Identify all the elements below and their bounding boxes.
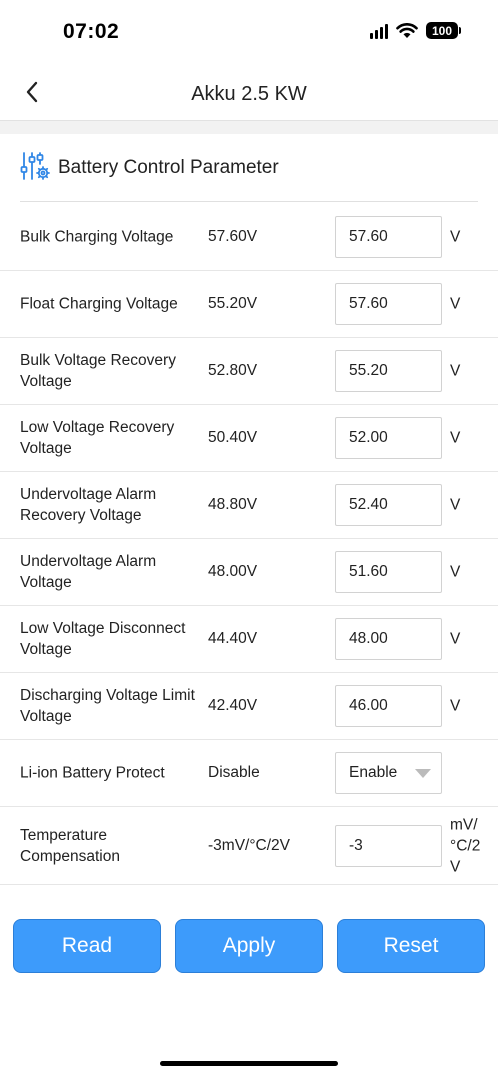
param-current-value: 55.20V <box>208 295 258 312</box>
param-row-li-ion-battery-protect: Li-ion Battery Protect Disable Enable <box>0 740 498 807</box>
param-current-value: -3mV/°C/2V <box>208 836 290 854</box>
status-time: 07:02 <box>63 20 120 43</box>
dropdown-caret-icon <box>415 768 431 778</box>
home-indicator <box>160 1061 338 1066</box>
section-header: Battery Control Parameter <box>0 134 498 202</box>
param-row-undervoltage-alarm-voltage: Undervoltage Alarm Voltage 48.00V 51.60 … <box>0 539 498 606</box>
bulk-voltage-recovery-voltage-input[interactable]: 55.20 <box>335 350 442 392</box>
reset-button[interactable]: Reset <box>337 919 485 973</box>
param-unit: V <box>450 496 461 514</box>
status-icons: 100 <box>370 22 461 39</box>
low-voltage-recovery-voltage-input[interactable]: 52.00 <box>335 417 442 459</box>
param-row-temperature-compensation: Temperature Compensation -3mV/°C/2V -3 m… <box>0 807 498 885</box>
param-row-float-charging-voltage: Float Charging Voltage 55.20V 57.60 V <box>0 271 498 338</box>
param-label: Discharging Voltage Limit Voltage <box>20 687 195 725</box>
cellular-signal-icon <box>370 23 388 39</box>
param-current-value: 48.80V <box>208 496 258 513</box>
section-separator <box>0 121 498 134</box>
parameter-list: Bulk Charging Voltage 57.60V 57.60 V Flo… <box>0 204 498 885</box>
temperature-compensation-input[interactable]: -3 <box>335 824 442 867</box>
battery-icon: 100 <box>426 22 461 39</box>
bulk-charging-voltage-input[interactable]: 57.60 <box>335 216 442 258</box>
param-unit: V <box>450 295 461 313</box>
undervoltage-alarm-recovery-voltage-input[interactable]: 52.40 <box>335 484 442 526</box>
param-row-discharging-voltage-limit-voltage: Discharging Voltage Limit Voltage 42.40V… <box>0 673 498 740</box>
param-unit: V <box>450 563 461 581</box>
param-unit: V <box>450 228 461 246</box>
param-row-undervoltage-alarm-recovery-voltage: Undervoltage Alarm Recovery Voltage 48.8… <box>0 472 498 539</box>
param-label: Temperature Compensation <box>20 826 120 865</box>
read-button[interactable]: Read <box>13 919 161 973</box>
wifi-icon <box>396 22 418 38</box>
discharging-voltage-limit-voltage-input[interactable]: 46.00 <box>335 685 442 727</box>
float-charging-voltage-input[interactable]: 57.60 <box>335 283 442 325</box>
param-row-bulk-voltage-recovery-voltage: Bulk Voltage Recovery Voltage 52.80V 55.… <box>0 338 498 405</box>
status-bar: 07:02 100 <box>0 0 498 66</box>
param-label: Undervoltage Alarm Recovery Voltage <box>20 486 157 524</box>
page-title: Akku 2.5 KW <box>191 83 307 105</box>
param-row-low-voltage-disconnect-voltage: Low Voltage Disconnect Voltage 44.40V 48… <box>0 606 498 673</box>
param-label: Li-ion Battery Protect <box>20 764 165 782</box>
settings-sliders-icon <box>20 152 50 180</box>
param-label: Undervoltage Alarm Voltage <box>20 553 157 591</box>
param-row-bulk-charging-voltage: Bulk Charging Voltage 57.60V 57.60 V <box>0 204 498 271</box>
param-current-value: 48.00V <box>208 563 258 580</box>
param-unit: V <box>450 630 461 648</box>
param-unit: V <box>450 697 461 715</box>
param-row-low-voltage-recovery-voltage: Low Voltage Recovery Voltage 50.40V 52.0… <box>0 405 498 472</box>
header-divider <box>20 201 478 202</box>
nav-bar: Akku 2.5 KW <box>0 66 498 121</box>
battery-level: 100 <box>431 23 453 38</box>
param-unit: V <box>450 362 461 380</box>
param-current-value: 50.40V <box>208 429 258 446</box>
param-label: Bulk Voltage Recovery Voltage <box>20 352 176 390</box>
param-label: Low Voltage Recovery Voltage <box>20 419 175 457</box>
param-label: Bulk Charging Voltage <box>20 228 174 246</box>
param-current-value: 57.60V <box>208 228 258 245</box>
param-unit: V <box>450 429 461 447</box>
param-unit: mV/ °C/2 V <box>450 816 481 875</box>
li-ion-battery-protect-select[interactable]: Enable <box>335 752 442 794</box>
undervoltage-alarm-voltage-input[interactable]: 51.60 <box>335 551 442 593</box>
param-current-value: 42.40V <box>208 697 258 714</box>
low-voltage-disconnect-voltage-input[interactable]: 48.00 <box>335 618 442 660</box>
section-title: Battery Control Parameter <box>58 157 279 178</box>
param-current-value: 44.40V <box>208 630 258 647</box>
param-label: Low Voltage Disconnect Voltage <box>20 620 186 658</box>
param-current-value: Disable <box>208 764 260 781</box>
param-current-value: 52.80V <box>208 362 258 379</box>
select-value: Enable <box>349 764 398 781</box>
apply-button[interactable]: Apply <box>175 919 323 973</box>
param-label: Float Charging Voltage <box>20 295 178 313</box>
